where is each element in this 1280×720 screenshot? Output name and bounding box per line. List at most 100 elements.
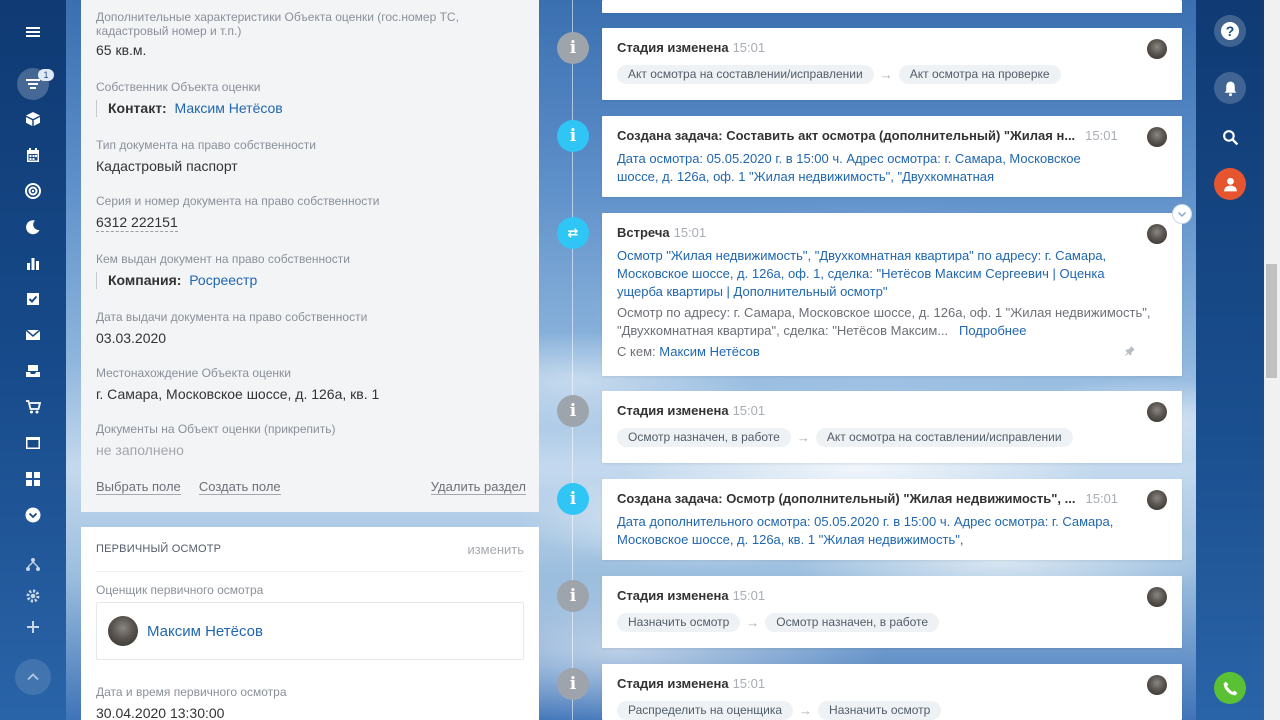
stage-chips: Акт осмотра на составлении/исправлении →… — [617, 65, 1061, 84]
calendar-icon[interactable] — [21, 143, 45, 167]
cart-icon[interactable] — [21, 395, 45, 419]
task-check-icon[interactable] — [21, 287, 45, 311]
scroll-up-button[interactable] — [15, 659, 51, 695]
item-time: 15:01 — [732, 588, 766, 603]
field-value: г. Самара, Московское шоссе, д. 126а, кв… — [96, 386, 380, 402]
avatar[interactable] — [1147, 402, 1167, 422]
delete-section-link[interactable]: Удалить раздел — [430, 479, 526, 495]
avatar[interactable] — [1147, 224, 1167, 244]
user-profile-button[interactable] — [1214, 168, 1246, 200]
field-location: Местонахождение Объекта оценки г. Самара… — [96, 366, 526, 403]
target-icon[interactable] — [21, 179, 45, 203]
left-nav: 1 — [0, 0, 66, 720]
settings-gear-icon[interactable] — [21, 584, 45, 608]
browser-window-icon[interactable] — [21, 431, 45, 455]
timeline-item-stage: Стадия изменена 15:01 Распределить на оце… — [602, 664, 1182, 720]
inbox-icon[interactable] — [21, 359, 45, 383]
pin-icon[interactable] — [1125, 346, 1135, 356]
stage-from-chip: Акт осмотра на составлении/исправлении — [617, 65, 874, 84]
field-additional-characteristics: Дополнительные характеристики Объекта оц… — [96, 10, 526, 59]
issuer-company-link[interactable]: Росреестр — [189, 272, 257, 288]
field-label: Серия и номер документа на право собстве… — [96, 194, 380, 208]
notifications-button[interactable] — [1214, 72, 1246, 104]
stage-from-chip: Распределить на оценщика — [617, 701, 794, 720]
document-number-value[interactable]: 6312 222151 — [96, 214, 178, 232]
more-link[interactable]: Подробнее — [959, 323, 1026, 338]
task-description-link[interactable]: Дата дополнительного осмотра: 05.05.2020… — [617, 513, 1122, 549]
item-time: 15:01 — [1085, 128, 1118, 143]
item-time: 15:01 — [732, 676, 766, 691]
appraiser-name-link[interactable]: Максим Нетёсов — [147, 623, 263, 640]
bar-chart-icon[interactable] — [21, 251, 45, 275]
timeline-item-stage: Стадия изменена 15:01 Осмотр назначен, в … — [602, 391, 1182, 463]
field-label: Тип документа на право собственности — [96, 138, 316, 152]
field-label: Дополнительные характеристики Объекта оц… — [96, 10, 459, 38]
item-title: Стадия изменена — [617, 676, 729, 691]
stage-to-chip: Акт осмотра на составлении/исправлении — [815, 428, 1073, 447]
field-label: Дата выдачи документа на право собственн… — [96, 310, 368, 324]
with-name-link[interactable]: Максим Нетёсов — [659, 344, 760, 359]
more-chevron-icon[interactable] — [21, 503, 45, 527]
search-button[interactable] — [1214, 121, 1246, 153]
field-label: Документы на Объект оценки (прикрепить) — [96, 422, 336, 436]
divider — [96, 571, 524, 572]
task-description-link[interactable]: Дата осмотра: 05.05.2020 г. в 15:00 ч. А… — [617, 150, 1122, 186]
company-prefix: Компания: — [108, 272, 182, 288]
datetime-value: 30.04.2020 13:30:00 — [96, 705, 225, 720]
avatar[interactable] — [1147, 587, 1167, 607]
chevron-down-icon — [1177, 211, 1187, 218]
avatar[interactable] — [1147, 39, 1167, 59]
chevron-up-icon — [27, 673, 39, 681]
nav-badge-count: 1 — [38, 69, 54, 81]
item-title[interactable]: Создана задача: Составить акт осмотра (д… — [617, 128, 1075, 143]
select-field-link[interactable]: Выбрать поле — [96, 479, 181, 495]
timeline-item-stage: Стадия изменена 15:01 Назначить осмотр → … — [602, 576, 1182, 648]
bell-icon — [1224, 81, 1236, 96]
help-button[interactable]: ? — [1214, 15, 1246, 47]
primary-inspection-section: ПЕРВИЧНЫЙ ОСМОТР изменить Оценщик первич… — [81, 527, 539, 720]
timeline-line — [572, 0, 573, 720]
timeline-card-partial — [602, 0, 1182, 13]
timeline-item-task: Создана задача: Составить акт осмотра (д… — [602, 116, 1182, 197]
stage-from-chip: Назначить осмотр — [617, 613, 741, 632]
field-label: Кем выдан документ на право собственност… — [96, 252, 351, 266]
field-value: 03.03.2020 — [96, 330, 167, 346]
plus-icon[interactable] — [21, 615, 45, 639]
field-value: 65 кв.м. — [96, 42, 147, 58]
avatar[interactable] — [1147, 675, 1167, 695]
create-field-link[interactable]: Создать поле — [198, 479, 281, 495]
menu-icon[interactable] — [21, 20, 45, 44]
info-icon: i — [557, 395, 589, 427]
mail-icon[interactable] — [21, 323, 45, 347]
field-owner: Собственник Объекта оценки Контакт: Макс… — [96, 80, 526, 117]
field-actions: Выбрать поле Создать поле Удалить раздел — [96, 479, 526, 495]
timeline-item-task: Создана задача: Осмотр (дополнительный) … — [602, 479, 1182, 560]
sitemap-icon[interactable] — [21, 553, 45, 577]
datetime-label: Дата и время первичного осмотра — [96, 685, 287, 699]
help-icon: ? — [1221, 22, 1239, 40]
info-icon: i — [557, 580, 589, 612]
item-title[interactable]: Создана задача: Осмотр (дополнительный) … — [617, 491, 1076, 506]
section-edit-link[interactable]: изменить — [467, 542, 524, 557]
item-time: 15:01 — [1085, 491, 1119, 506]
call-button[interactable] — [1214, 672, 1246, 704]
field-documents: Документы на Объект оценки (прикрепить) … — [96, 422, 526, 459]
avatar[interactable] — [1147, 490, 1167, 510]
avatar[interactable] — [1147, 127, 1167, 147]
apps-grid-icon[interactable] — [21, 467, 45, 491]
appraiser-user-box: Максим Нетёсов — [96, 602, 524, 660]
moon-icon[interactable] — [21, 215, 45, 239]
meeting-link[interactable]: Осмотр "Жилая недвижимость", "Двухкомнат… — [617, 247, 1122, 301]
item-time: 15:01 — [732, 403, 766, 418]
field-issue-date: Дата выдачи документа на право собственн… — [96, 310, 526, 347]
info-icon: i — [557, 668, 589, 700]
arrow-right-icon: → — [799, 703, 813, 718]
search-icon — [1222, 129, 1238, 145]
box-icon[interactable] — [21, 107, 45, 131]
scrollbar-thumb[interactable] — [1266, 264, 1277, 378]
stage-chips: Осмотр назначен, в работе → Акт осмотра … — [617, 428, 1073, 447]
stage-to-chip: Акт осмотра на проверке — [898, 65, 1061, 84]
stage-to-chip: Назначить осмотр — [818, 701, 942, 720]
collapse-button[interactable] — [1172, 204, 1192, 224]
owner-contact-link[interactable]: Максим Нетёсов — [175, 100, 283, 116]
